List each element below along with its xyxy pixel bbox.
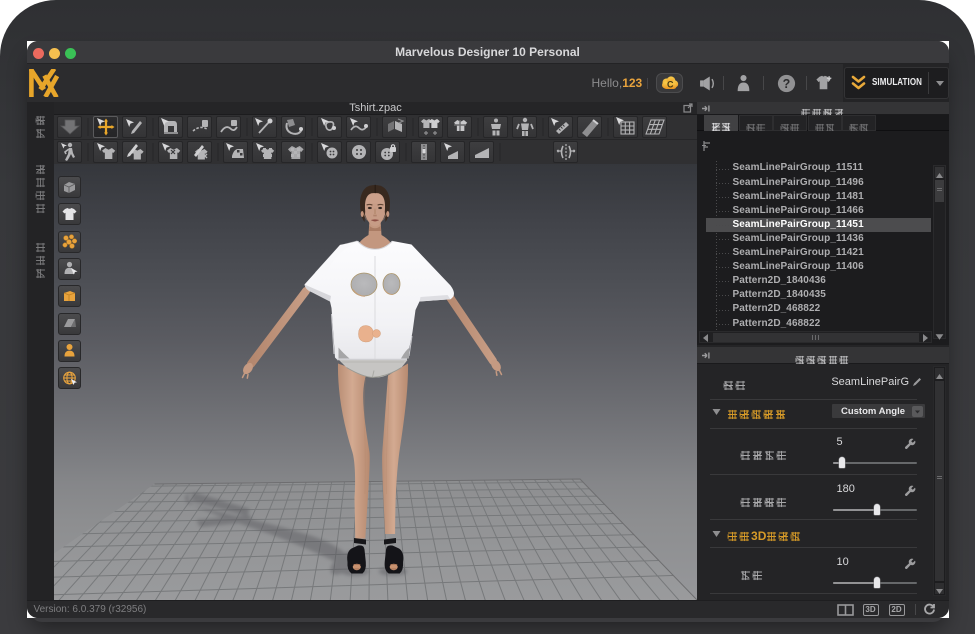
svg-text:C: C xyxy=(666,80,673,90)
svg-text:?: ? xyxy=(782,77,790,91)
